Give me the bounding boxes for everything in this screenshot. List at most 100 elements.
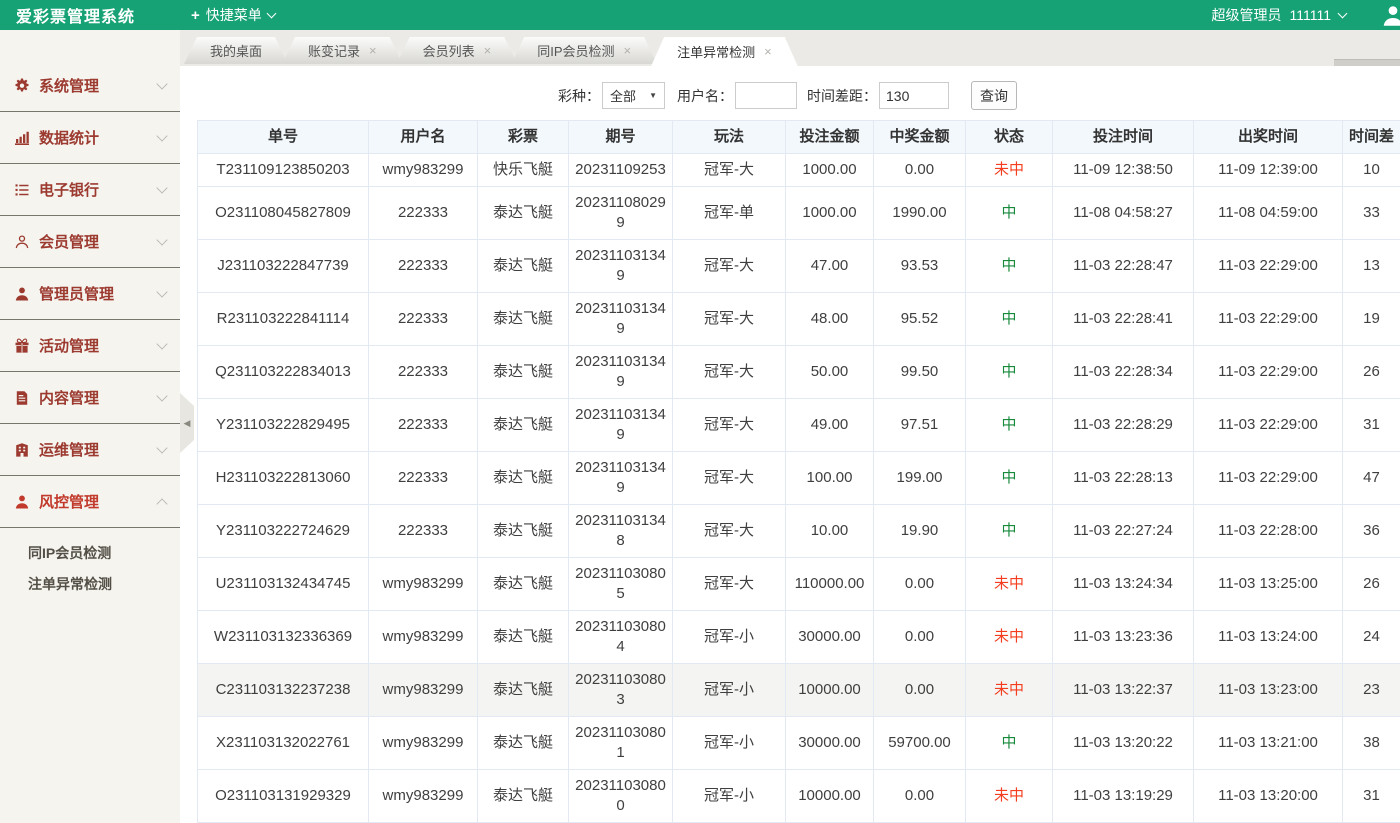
table-cell: 222333 [369, 240, 478, 293]
tab-item[interactable]: 我的桌面 [184, 37, 288, 64]
time-gap-input[interactable] [879, 82, 949, 109]
status-cell: 未中 [966, 154, 1053, 187]
table-cell: 冠军-小 [673, 664, 786, 717]
table-cell: 11-03 22:29:00 [1194, 346, 1343, 399]
tab-close-icon[interactable]: × [484, 44, 492, 57]
table-cell: 222333 [369, 346, 478, 399]
table-row[interactable]: H231103222813060222333泰达飞艇202311031349冠军… [198, 452, 1400, 505]
table-cell: 11-03 22:29:00 [1194, 293, 1343, 346]
table-cell: 202311030805 [569, 558, 673, 611]
sidebar-item[interactable]: 风控管理 [0, 476, 180, 528]
collapse-arrow-icon: ◀ [184, 418, 191, 429]
tab-close-icon[interactable]: × [624, 44, 632, 57]
tab-item[interactable]: 注单异常检测× [651, 37, 798, 66]
sidebar-item[interactable]: 活动管理 [0, 320, 180, 372]
table-cell: 222333 [369, 187, 478, 240]
table-cell: H231103222813060 [198, 452, 369, 505]
tab-item[interactable]: 账变记录× [282, 37, 403, 64]
table-row[interactable]: W231103132336369wmy983299泰达飞艇20231103080… [198, 611, 1400, 664]
tab-label: 会员列表 [423, 41, 475, 60]
table-cell: 47.00 [786, 240, 874, 293]
table-row[interactable]: Q231103222834013222333泰达飞艇202311031349冠军… [198, 346, 1400, 399]
table-cell: wmy983299 [369, 611, 478, 664]
table-cell: 50.00 [786, 346, 874, 399]
sidebar-item-label: 运维管理 [39, 439, 99, 460]
sidebar-subitem[interactable]: 同IP会员检测 [0, 538, 180, 569]
table-cell: 冠军-大 [673, 558, 786, 611]
table-row[interactable]: Y231103222829495222333泰达飞艇202311031349冠军… [198, 399, 1400, 452]
chevron-down-icon [1338, 8, 1348, 18]
sidebar-item[interactable]: 管理员管理 [0, 268, 180, 320]
sidebar-item-label: 管理员管理 [39, 283, 114, 304]
quick-menu-button[interactable]: + 快捷菜单 [191, 5, 275, 25]
table-row[interactable]: T231109123850203wmy983299快乐飞艇20231109253… [198, 154, 1400, 187]
table-cell: 199.00 [874, 452, 966, 505]
table-cell: 泰达飞艇 [478, 505, 569, 558]
table-cell: wmy983299 [369, 664, 478, 717]
table-cell: 110000.00 [786, 558, 874, 611]
table-cell: 222333 [369, 505, 478, 558]
column-header: 出奖时间 [1194, 121, 1343, 154]
column-header: 玩法 [673, 121, 786, 154]
lottery-select-value: 全部 [610, 86, 636, 105]
table-row[interactable]: O231108045827809222333泰达飞艇202311080299冠军… [198, 187, 1400, 240]
account-menu[interactable]: 超级管理员 111111 [1211, 5, 1400, 25]
username-input[interactable] [735, 82, 797, 109]
orders-table: 单号用户名彩票期号玩法投注金额中奖金额状态投注时间出奖时间时间差 T231109… [197, 120, 1400, 823]
table-row[interactable]: R231103222841114222333泰达飞艇202311031349冠军… [198, 293, 1400, 346]
sidebar-item[interactable]: 系统管理 [0, 60, 180, 112]
table-cell: 0.00 [874, 611, 966, 664]
table-row[interactable]: O231103131929329wmy983299泰达飞艇20231103080… [198, 770, 1400, 823]
table-cell: 93.53 [874, 240, 966, 293]
status-cell: 未中 [966, 558, 1053, 611]
table-cell: 11-09 12:38:50 [1053, 154, 1194, 187]
lottery-label: 彩种： [558, 86, 600, 106]
sidebar-item[interactable]: 会员管理 [0, 216, 180, 268]
table-cell: 11-03 13:20:22 [1053, 717, 1194, 770]
search-button[interactable]: 查询 [971, 81, 1017, 110]
table-cell: 泰达飞艇 [478, 293, 569, 346]
table-cell: 11-03 13:23:00 [1194, 664, 1343, 717]
table-cell: 泰达飞艇 [478, 717, 569, 770]
table-cell: 泰达飞艇 [478, 664, 569, 717]
table-cell: 20231109253 [569, 154, 673, 187]
horizontal-scrollbar[interactable] [1334, 59, 1400, 66]
table-cell: 59700.00 [874, 717, 966, 770]
sidebar-item[interactable]: 数据统计 [0, 112, 180, 164]
table-cell: 10000.00 [786, 770, 874, 823]
lottery-select[interactable]: 全部 ▼ [602, 82, 665, 109]
column-header: 时间差 [1343, 121, 1400, 154]
table-cell: 11-03 13:23:36 [1053, 611, 1194, 664]
admin-role-label: 超级管理员 [1211, 5, 1281, 25]
table-cell: 11-03 22:28:00 [1194, 505, 1343, 558]
table-cell: 1000.00 [786, 154, 874, 187]
table-cell: 快乐飞艇 [478, 154, 569, 187]
topbar-corner-icon[interactable] [1381, 4, 1400, 28]
table-cell: 30000.00 [786, 611, 874, 664]
sidebar-subitem[interactable]: 注单异常检测 [0, 569, 180, 600]
chevron-down-icon [156, 390, 167, 401]
table-cell: 冠军-大 [673, 154, 786, 187]
table-row[interactable]: Y231103222724629222333泰达飞艇202311031348冠军… [198, 505, 1400, 558]
sidebar-item[interactable]: 内容管理 [0, 372, 180, 424]
chevron-down-icon [156, 182, 167, 193]
tab-item[interactable]: 会员列表 × [397, 37, 518, 64]
table-row[interactable]: C231103132237238wmy983299泰达飞艇20231103080… [198, 664, 1400, 717]
chevron-down-icon [156, 234, 167, 245]
sidebar-item[interactable]: 运维管理 [0, 424, 180, 476]
tab-close-icon[interactable]: × [369, 44, 377, 57]
chevron-down-icon [156, 78, 167, 89]
table-cell: 202311031348 [569, 505, 673, 558]
tab-item[interactable]: 同IP会员检测× [511, 37, 657, 64]
sidebar-item[interactable]: 电子银行 [0, 164, 180, 216]
table-cell: 202311080299 [569, 187, 673, 240]
table-row[interactable]: X231103132022761wmy983299泰达飞艇20231103080… [198, 717, 1400, 770]
table-row[interactable]: J231103222847739222333泰达飞艇202311031349冠军… [198, 240, 1400, 293]
table-cell: 11-03 22:28:47 [1053, 240, 1194, 293]
table-cell: 冠军-大 [673, 240, 786, 293]
table-row[interactable]: U231103132434745wmy983299泰达飞艇20231103080… [198, 558, 1400, 611]
table-cell: 48.00 [786, 293, 874, 346]
table-cell: Y231103222724629 [198, 505, 369, 558]
tab-close-icon[interactable]: × [764, 45, 772, 58]
table-cell: 11-03 13:24:34 [1053, 558, 1194, 611]
